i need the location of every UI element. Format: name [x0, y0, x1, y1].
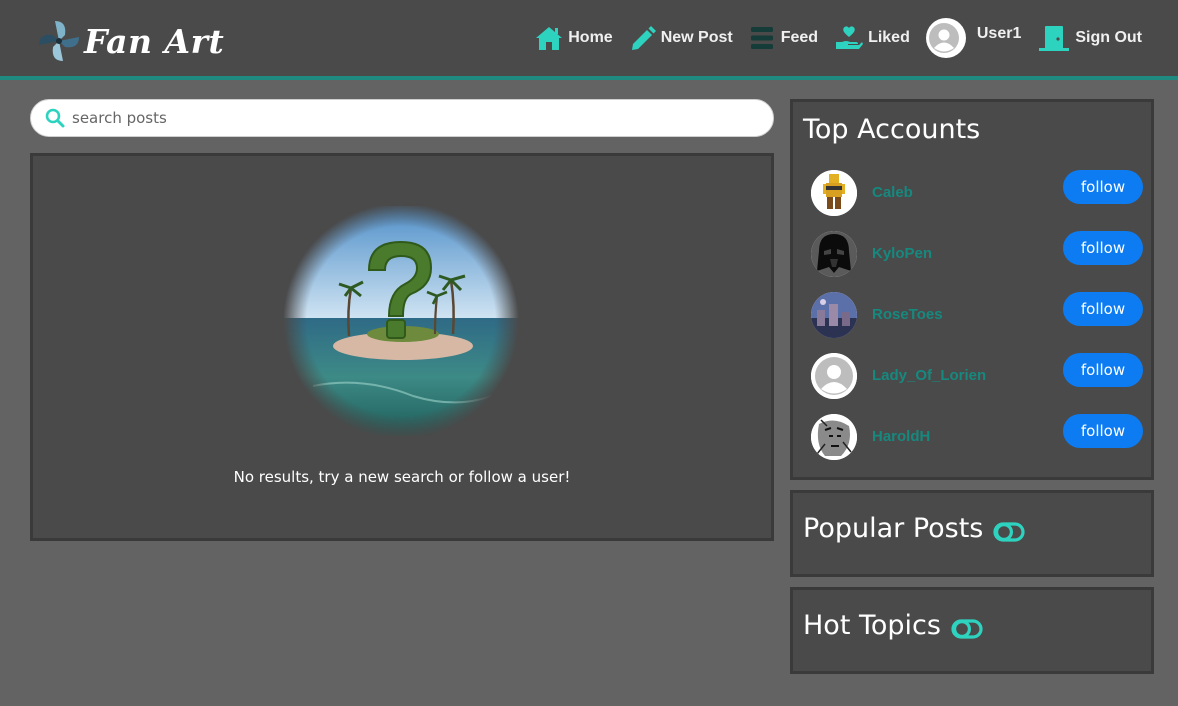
nav-home[interactable]: Home	[534, 25, 613, 51]
account-name[interactable]: Lady_Of_Lorien	[872, 367, 986, 384]
question-mark-island-image	[283, 206, 519, 436]
account-name[interactable]: KyloPen	[872, 245, 932, 262]
home-icon	[536, 27, 563, 50]
popular-posts-panel: Popular Posts	[790, 490, 1154, 577]
empty-results-message: No results, try a new search or follow a…	[233, 468, 571, 486]
nav-new-post[interactable]: New Post	[629, 25, 733, 51]
avatar[interactable]	[811, 169, 857, 216]
user-avatar-icon	[928, 23, 959, 53]
sketch-portrait-icon	[811, 413, 857, 460]
nav-sign-out-label: Sign Out	[1075, 29, 1142, 46]
door-icon	[1039, 26, 1070, 51]
account-name[interactable]: Caleb	[872, 184, 913, 201]
hot-topics-panel: Hot Topics	[790, 587, 1154, 674]
nav-home-label: Home	[568, 29, 613, 46]
search-input[interactable]	[72, 109, 732, 127]
darth-vader-icon	[811, 230, 857, 277]
search-icon	[45, 108, 65, 128]
list-item: RoseToes follow	[811, 284, 1143, 345]
heart-hand-icon	[836, 26, 864, 49]
avatar[interactable]	[811, 230, 857, 277]
brand-name: Fan Art	[84, 21, 225, 61]
pinwheel-logo-icon	[39, 21, 79, 61]
avatar	[925, 18, 966, 58]
account-list: Caleb follow KyloPen follow RoseToes fol…	[811, 162, 1143, 467]
follow-button[interactable]: follow	[1063, 292, 1143, 326]
account-name[interactable]: RoseToes	[872, 306, 943, 323]
follow-button[interactable]: follow	[1063, 414, 1143, 448]
navbar: Fan Art Home New Post Feed Liked User1 S…	[0, 0, 1178, 80]
avatar[interactable]	[811, 413, 857, 460]
feed-panel: No results, try a new search or follow a…	[30, 153, 774, 541]
nav-liked-label: Liked	[868, 29, 910, 46]
nav-liked[interactable]: Liked	[834, 24, 910, 52]
hot-topics-title: Hot Topics	[803, 610, 941, 641]
toggle-icon[interactable]	[951, 619, 983, 639]
nav-sign-out[interactable]: Sign Out	[1037, 24, 1142, 52]
nav-links: Home New Post Feed Liked User1 Sign Out	[518, 0, 1142, 76]
list-item: Lady_Of_Lorien follow	[811, 345, 1143, 406]
nav-user[interactable]: User1	[925, 18, 1022, 58]
avatar[interactable]	[811, 291, 857, 338]
follow-button[interactable]: follow	[1063, 353, 1143, 387]
nav-feed-label: Feed	[780, 29, 819, 46]
nav-new-post-label: New Post	[660, 29, 733, 46]
lego-figure-icon	[811, 169, 857, 216]
follow-button[interactable]: follow	[1063, 231, 1143, 265]
list-item: HaroldH follow	[811, 406, 1143, 467]
popular-posts-title: Popular Posts	[803, 513, 984, 544]
nav-feed[interactable]: Feed	[749, 25, 818, 51]
avatar[interactable]	[811, 352, 857, 399]
list-item: KyloPen follow	[811, 223, 1143, 284]
top-accounts-title: Top Accounts	[803, 114, 981, 145]
city-photo-icon	[811, 291, 857, 338]
toggle-icon[interactable]	[993, 522, 1025, 542]
account-name[interactable]: HaroldH	[872, 428, 930, 445]
search-bar[interactable]	[30, 99, 774, 137]
feed-icon	[750, 27, 773, 49]
top-accounts-panel: Top Accounts Caleb follow KyloPen follow…	[790, 99, 1154, 480]
follow-button[interactable]: follow	[1063, 170, 1143, 204]
default-avatar-icon	[811, 352, 857, 399]
pencil-icon	[631, 26, 656, 50]
list-item: Caleb follow	[811, 162, 1143, 223]
nav-user-label: User1	[976, 25, 1022, 42]
brand[interactable]: Fan Art	[36, 14, 224, 68]
